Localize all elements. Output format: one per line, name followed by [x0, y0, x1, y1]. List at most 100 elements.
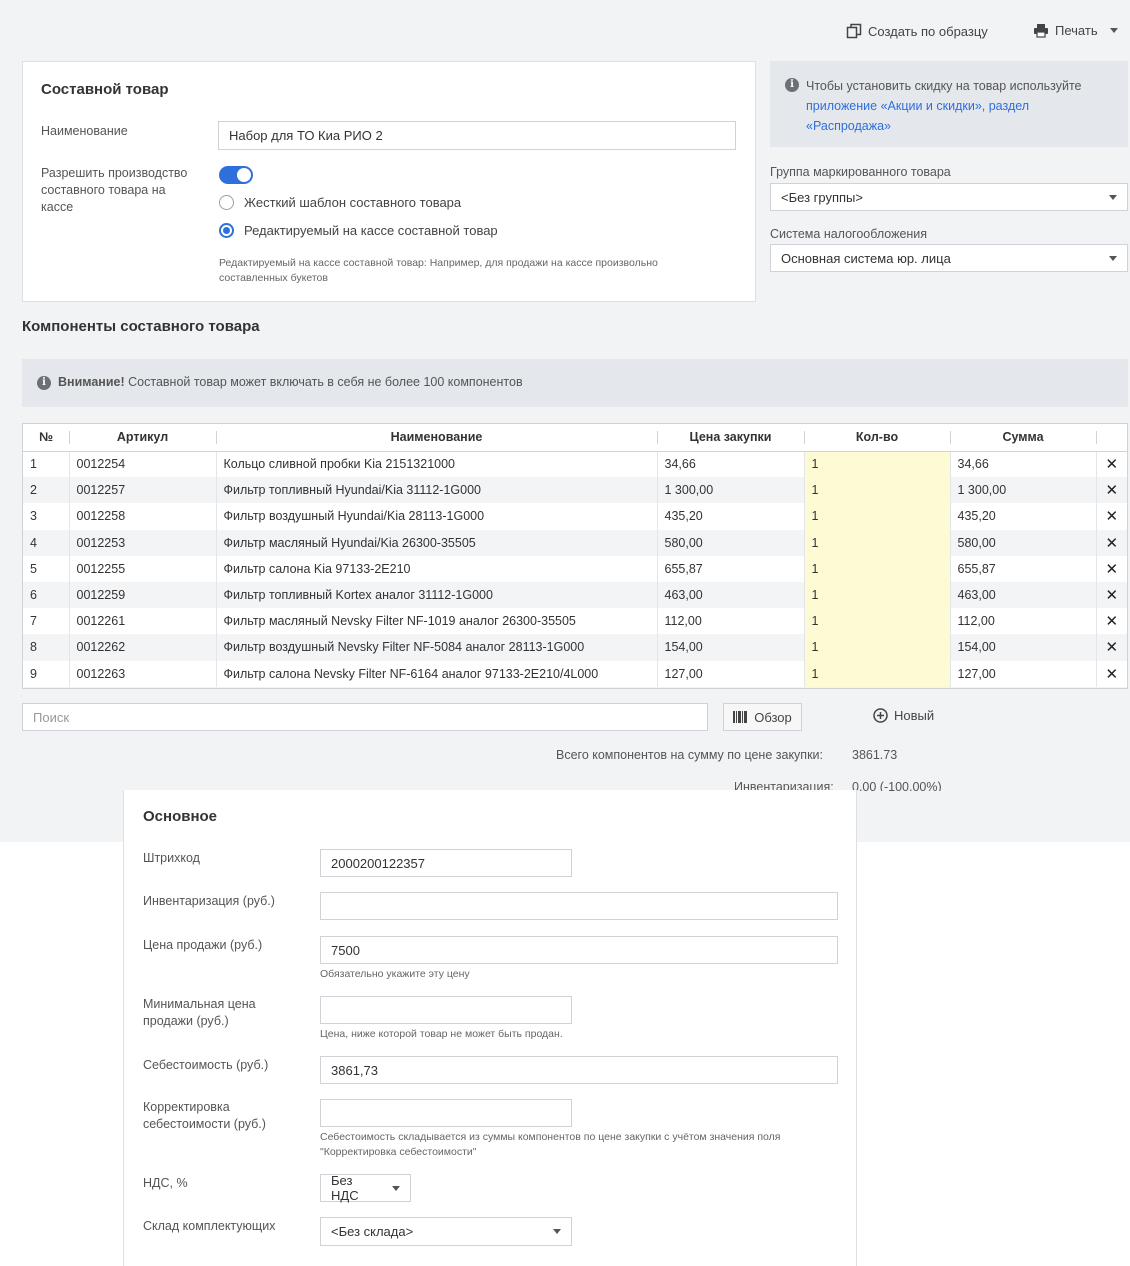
allow-production-toggle[interactable] — [219, 166, 253, 184]
inventory-summary-value: 0.00 (-100.00%) — [852, 780, 942, 791]
row-number-cell: 5 — [23, 555, 70, 582]
cost-adjust-input[interactable] — [320, 1099, 572, 1127]
radio-rigid-label: Жесткий шаблон составного товара — [244, 195, 462, 210]
quantity-cell[interactable]: 1 — [804, 451, 951, 478]
vat-select[interactable]: Без НДС — [320, 1173, 411, 1203]
radio-circle — [219, 195, 234, 210]
total-label: Всего компонентов на сумму по цене закуп… — [556, 748, 823, 762]
tax-system-select[interactable]: Основная система юр. лица — [770, 244, 1128, 272]
chevron-down-icon — [1109, 255, 1117, 261]
chevron-down-icon — [1109, 28, 1118, 33]
discount-info-box: i Чтобы установить скидку на товар испол… — [770, 61, 1128, 147]
column-header[interactable]: Наименование — [216, 424, 657, 452]
allow-production-label: Разрешить производство составного товара… — [41, 166, 188, 214]
quantity-cell[interactable]: 1 — [804, 608, 951, 635]
row-number-cell: 1 — [23, 451, 70, 478]
total-value: 3861.73 — [852, 748, 898, 762]
inventory-input[interactable] — [320, 892, 838, 920]
sum-cell: 1 300,00 — [950, 477, 1097, 504]
table-header-row: № Артикул Наименование Цена закупки Кол-… — [23, 424, 1127, 452]
price-cell: 34,66 — [657, 451, 805, 478]
delete-row-icon[interactable]: ✕ — [1096, 581, 1127, 609]
column-header[interactable]: Цена закупки — [657, 424, 804, 452]
chevron-down-icon — [1109, 194, 1117, 200]
name-label: Наименование — [41, 124, 128, 138]
min-price-label: Минимальная цена продажи (руб.) — [143, 997, 256, 1028]
printer-icon — [1034, 24, 1048, 38]
chevron-down-icon — [553, 1229, 561, 1234]
sale-price-label: Цена продажи (руб.) — [143, 938, 263, 952]
create-copy-button[interactable]: Создать по образцу — [846, 23, 988, 39]
delete-row-icon[interactable]: ✕ — [1096, 477, 1127, 504]
marking-group-select[interactable]: <Без группы> — [770, 183, 1128, 211]
marking-group-label: Группа маркированного товара — [770, 165, 951, 179]
cost-input[interactable]: 3861,73 — [320, 1056, 838, 1084]
quantity-cell[interactable]: 1 — [804, 634, 951, 661]
info-icon: i — [37, 376, 51, 390]
browse-button[interactable]: Обзор — [723, 703, 802, 731]
sale-price-input[interactable]: 7500 — [320, 936, 838, 964]
column-header[interactable]: Сумма — [950, 424, 1096, 452]
quantity-cell[interactable]: 1 — [804, 581, 951, 609]
sku-cell: 0012262 — [69, 634, 217, 661]
column-header[interactable]: № — [23, 424, 69, 452]
table-row[interactable]: 4 0012253 Фильтр масляный Hyundai/Kia 2630… — [23, 529, 1127, 556]
components-warning: i Внимание! Составной товар может включа… — [22, 359, 1128, 407]
delete-row-icon[interactable]: ✕ — [1096, 608, 1127, 634]
quantity-cell[interactable]: 1 — [804, 555, 951, 582]
quantity-cell[interactable]: 1 — [804, 529, 951, 556]
row-number-cell: 3 — [23, 503, 70, 530]
radio-rigid-template[interactable]: Жесткий шаблон составного товара — [219, 195, 461, 210]
table-row[interactable]: 3 0012258 Фильтр воздушный Hyundai/Kia 281… — [23, 503, 1127, 530]
quantity-cell[interactable]: 1 — [804, 477, 951, 504]
marking-group-value: <Без группы> — [781, 189, 863, 205]
price-cell: 112,00 — [657, 608, 805, 635]
sku-cell: 0012254 — [69, 451, 217, 478]
radio-editable[interactable]: Редактируемый на кассе составной товар — [219, 223, 498, 238]
components-table: № Артикул Наименование Цена закупки Кол-… — [23, 424, 1127, 687]
name-cell: Фильтр масляный Hyundai/Kia 26300-35505 — [216, 529, 658, 556]
table-row[interactable]: 9 0012263 Фильтр салона Nevsky Filter NF-6… — [23, 660, 1127, 687]
table-row[interactable]: 7 0012261 Фильтр масляный Nevsky Filter NF… — [23, 608, 1127, 635]
table-row[interactable]: 2 0012257 Фильтр топливный Hyundai/Kia 311… — [23, 477, 1127, 504]
copy-icon — [846, 23, 862, 39]
sku-cell: 0012263 — [69, 660, 217, 687]
table-row[interactable]: 5 0012255 Фильтр салона Kia 97133-2E210 655… — [23, 555, 1127, 582]
column-header[interactable]: Кол-во — [804, 424, 950, 452]
inventory-label: Инвентаризация (руб.) — [143, 894, 275, 908]
cost-adjust-label: Корректировка себестоимости (руб.) — [143, 1100, 266, 1131]
table-row[interactable]: 1 0012254 Кольцо сливной пробки Kia 215132… — [23, 451, 1127, 478]
component-search-input[interactable]: Поиск — [22, 703, 708, 731]
barcode-label: Штрихкод — [143, 851, 200, 865]
name-cell: Фильтр топливный Hyundai/Kia 31112-1G000 — [216, 477, 658, 504]
delete-row-icon[interactable]: ✕ — [1096, 556, 1127, 582]
delete-row-icon[interactable]: ✕ — [1096, 661, 1127, 687]
delete-row-icon[interactable]: ✕ — [1096, 503, 1127, 529]
delete-row-icon[interactable]: ✕ — [1096, 634, 1127, 661]
new-component-button[interactable]: Новый — [873, 708, 934, 723]
main-title: Основное — [143, 808, 218, 825]
tax-system-value: Основная система юр. лица — [781, 250, 951, 266]
warning-text: Составной товар может включать в себя не… — [124, 375, 523, 389]
name-input[interactable]: Набор для ТО Киа РИО 2 — [218, 121, 736, 150]
sum-cell: 435,20 — [950, 503, 1097, 530]
price-cell: 580,00 — [657, 529, 805, 556]
delete-row-icon[interactable]: ✕ — [1096, 451, 1127, 477]
quantity-cell[interactable]: 1 — [804, 660, 951, 687]
table-row[interactable]: 6 0012259 Фильтр топливный Kortex аналог 3… — [23, 581, 1127, 609]
delete-row-icon[interactable]: ✕ — [1096, 529, 1127, 556]
warehouse-select[interactable]: <Без склада> — [320, 1217, 572, 1246]
quantity-cell[interactable]: 1 — [804, 503, 951, 530]
column-header[interactable]: Артикул — [69, 424, 216, 452]
sum-cell: 34,66 — [950, 451, 1097, 478]
browse-label: Обзор — [754, 709, 792, 725]
min-price-input[interactable] — [320, 996, 572, 1024]
print-button[interactable]: Печать — [1033, 23, 1118, 38]
sku-cell: 0012259 — [69, 581, 217, 609]
barcode-input[interactable]: 2000200122357 — [320, 849, 572, 877]
table-row[interactable]: 8 0012262 Фильтр воздушный Nevsky Filter N… — [23, 634, 1127, 661]
sum-cell: 463,00 — [950, 581, 1097, 609]
name-cell: Кольцо сливной пробки Kia 2151321000 — [216, 451, 658, 478]
vat-value: Без НДС — [331, 1173, 359, 1203]
promotions-app-link[interactable]: приложение «Акции и скидки», раздел «Рас… — [806, 99, 1029, 133]
